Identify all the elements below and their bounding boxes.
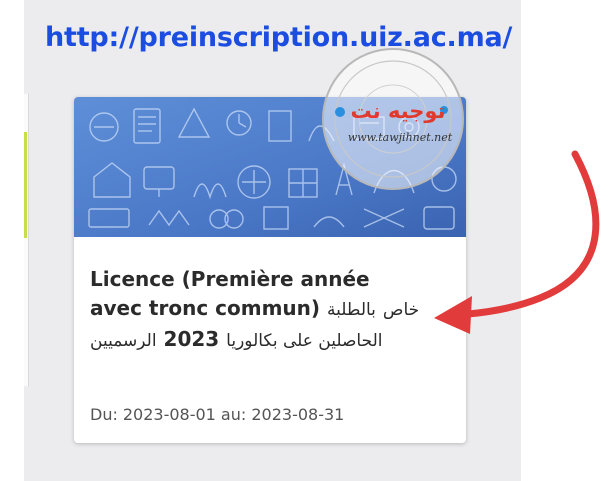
program-title-ar-3: الرسميين bbox=[90, 331, 157, 351]
date-range: 2023-08-01 au: 2023-08-31 bbox=[122, 405, 345, 424]
program-title-line1: Licence (Première année bbox=[90, 267, 370, 291]
program-title-fr: avec tronc commun) bbox=[90, 296, 321, 320]
program-title-year: 2023 bbox=[163, 327, 220, 351]
registration-period: Du: 2023-08-01 au: 2023-08-31 bbox=[90, 405, 344, 424]
program-title: Licence (Première année bbox=[90, 265, 450, 294]
adjacent-card-banner bbox=[24, 132, 27, 238]
curved-arrow-icon bbox=[434, 150, 600, 334]
program-title-continued: avec tronc commun) خاص بالطلبة الحاصلين … bbox=[90, 294, 428, 356]
program-title-ar-1: خاص bbox=[382, 300, 420, 320]
date-prefix: Du: bbox=[90, 405, 118, 424]
watermark-brand: توجيه نت bbox=[351, 99, 446, 123]
